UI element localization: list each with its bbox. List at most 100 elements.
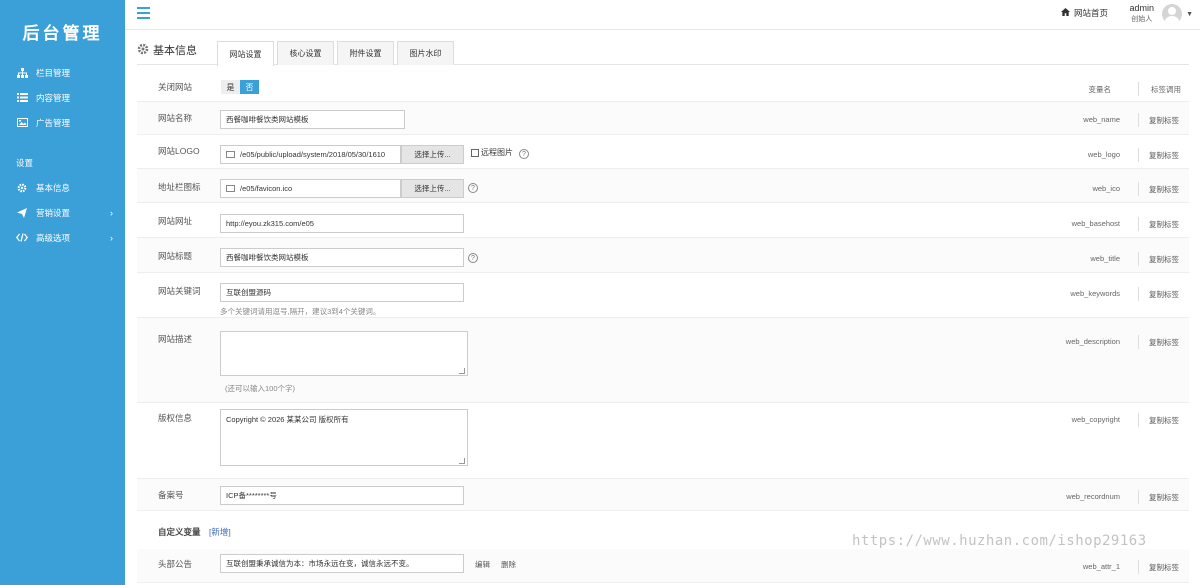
home-icon <box>1060 8 1070 18</box>
divider <box>1138 82 1139 96</box>
caret-down-icon[interactable]: ▼ <box>1186 11 1193 18</box>
copy-tag-button[interactable]: 复制标签 <box>1149 415 1179 426</box>
var-name: web_recordnum <box>1066 492 1120 501</box>
watermark-text: https://www.huzhan.com/ishop29163 <box>852 533 1147 549</box>
sidebar-item-label: 基本信息 <box>36 182 71 193</box>
sidebar-item-columns[interactable]: 栏目管理 <box>0 60 125 85</box>
delete-link[interactable]: 删除 <box>501 559 516 570</box>
image-icon <box>226 185 235 192</box>
site-home-link[interactable]: 网站首页 <box>1060 7 1108 19</box>
ico-upload-button[interactable]: 选择上传... <box>401 179 464 198</box>
sidebar-item-marketing[interactable]: 营销设置 › <box>0 200 125 225</box>
copy-tag-button[interactable]: 复制标签 <box>1149 115 1179 126</box>
tab-core-settings[interactable]: 核心设置 <box>277 41 334 65</box>
field-label: 头部公告 <box>158 559 193 569</box>
row-web-ico: 地址栏图标 /e05/favicon.ico 选择上传... ? web_ico… <box>137 169 1189 203</box>
row-web-recordnum: 备案号 ICP备********号 web_recordnum 复制标签 <box>137 479 1189 511</box>
image-icon <box>226 151 235 158</box>
var-name: web_copyright <box>1071 415 1120 424</box>
field-label: 网站标题 <box>158 251 193 261</box>
divider <box>1138 217 1139 231</box>
sidebar-section-settings: 设置 <box>16 158 34 168</box>
var-name: web_title <box>1090 254 1120 263</box>
column-header-var: 变量名 <box>1088 85 1112 94</box>
divider <box>1138 560 1139 574</box>
menu-toggle-icon[interactable] <box>137 7 150 19</box>
divider <box>1138 335 1139 349</box>
sidebar-item-advanced[interactable]: 高级选项 › <box>0 225 125 250</box>
row-web-title: 网站标题 西餐咖啡餐饮类网站模板 ? web_title 复制标签 <box>137 238 1189 273</box>
list-icon <box>16 92 28 104</box>
topbar: 网站首页 admin 创始人 ▼ <box>125 0 1200 30</box>
user-role: 创始人 <box>1131 16 1153 23</box>
remote-image-checkbox[interactable]: 远程图片 <box>471 147 513 158</box>
web-keywords-input[interactable]: 互联创盟源码 <box>220 283 464 302</box>
web-ico-input[interactable]: /e05/favicon.ico <box>220 179 401 198</box>
toggle-yes[interactable]: 是 <box>221 80 240 94</box>
tab-site-settings[interactable]: 网站设置 <box>217 41 274 66</box>
help-icon[interactable]: ? <box>519 149 529 159</box>
row-web-keywords: 网站关键词 互联创盟源码 多个关键词请用逗号,隔开，建议3到4个关键词。 web… <box>137 273 1189 318</box>
copy-tag-button[interactable]: 复制标签 <box>1149 289 1179 300</box>
web-recordnum-input[interactable]: ICP备********号 <box>220 486 464 505</box>
web-logo-input[interactable]: /e05/public/upload/system/2018/05/30/161… <box>220 145 401 164</box>
resize-handle-icon[interactable] <box>459 368 465 374</box>
web-name-input[interactable]: 西餐咖啡餐饮类网站模板 <box>220 110 405 129</box>
page-title-text: 基本信息 <box>153 45 197 57</box>
web-description-textarea[interactable] <box>220 331 468 376</box>
toggle-no[interactable]: 否 <box>240 80 259 94</box>
divider <box>1138 287 1139 301</box>
checkbox-icon[interactable] <box>471 148 479 157</box>
web-ico-value: /e05/favicon.ico <box>240 184 293 193</box>
close-site-toggle[interactable]: 是 否 <box>221 80 259 94</box>
sidebar-item-ads[interactable]: 广告管理 <box>0 110 125 135</box>
custom-variables-label: 自定义变量 <box>158 527 201 537</box>
remote-image-label: 远程图片 <box>481 148 513 157</box>
sidebar-item-label: 内容管理 <box>36 92 71 103</box>
copy-tag-button[interactable]: 复制标签 <box>1149 184 1179 195</box>
site-home-label: 网站首页 <box>1073 8 1108 18</box>
web-copyright-textarea[interactable]: Copyright © 2026 某某公司 版权所有 <box>220 409 468 466</box>
field-label: 网站网址 <box>158 216 193 226</box>
add-custom-variable-link[interactable]: [新增] <box>209 526 231 538</box>
tab-image-watermark[interactable]: 图片水印 <box>397 41 454 65</box>
keywords-hint: 多个关键词请用逗号,隔开，建议3到4个关键词。 <box>220 307 381 316</box>
help-icon[interactable]: ? <box>468 183 478 193</box>
resize-handle-icon[interactable] <box>459 458 465 464</box>
copy-tag-button[interactable]: 复制标签 <box>1149 337 1179 348</box>
logo-upload-button[interactable]: 选择上传... <box>401 145 464 164</box>
sidebar-item-label: 营销设置 <box>36 207 71 218</box>
copy-tag-button[interactable]: 复制标签 <box>1149 254 1179 265</box>
user-info[interactable]: admin 创始人 <box>1129 3 1154 24</box>
chevron-right-icon: › <box>110 233 113 243</box>
row-web-attr-1: 头部公告 互联创盟秉承诚信为本：市场永远在变，诚信永远不变。 编辑 删除 web… <box>137 549 1189 583</box>
copy-tag-button[interactable]: 复制标签 <box>1149 562 1179 573</box>
divider <box>1138 182 1139 196</box>
tab-attachment-settings[interactable]: 附件设置 <box>337 41 394 65</box>
row-web-basehost: 网站网址 http://eyou.zk315.com/e05 web_baseh… <box>137 203 1189 238</box>
copy-tag-button[interactable]: 复制标签 <box>1149 492 1179 503</box>
sidebar-item-content[interactable]: 内容管理 <box>0 85 125 110</box>
sidebar-item-label: 高级选项 <box>36 232 71 243</box>
web-basehost-input[interactable]: http://eyou.zk315.com/e05 <box>220 214 464 233</box>
row-web-description: 网站描述 (还可以输入100个字) web_description 复制标签 <box>137 318 1189 403</box>
field-label: 关闭网站 <box>158 82 193 92</box>
main-content: 基本信息 网站设置 核心设置 附件设置 图片水印 关闭网站 是 否 变量名 标签… <box>137 31 1189 583</box>
row-web-logo: 网站LOGO /e05/public/upload/system/2018/05… <box>137 135 1189 169</box>
copy-tag-button[interactable]: 复制标签 <box>1149 219 1179 230</box>
sidebar-item-basic-info[interactable]: 基本信息 <box>0 175 125 200</box>
help-icon[interactable]: ? <box>468 253 478 263</box>
web-title-input[interactable]: 西餐咖啡餐饮类网站模板 <box>220 248 464 267</box>
field-label: 网站描述 <box>158 334 193 344</box>
divider <box>1138 252 1139 266</box>
var-name: web_logo <box>1087 150 1120 159</box>
copy-tag-button[interactable]: 复制标签 <box>1149 150 1179 161</box>
edit-link[interactable]: 编辑 <box>475 559 490 570</box>
var-name: web_keywords <box>1070 289 1120 298</box>
avatar[interactable] <box>1162 4 1182 24</box>
var-name: web_attr_1 <box>1082 562 1120 571</box>
field-label: 地址栏图标 <box>158 182 201 192</box>
field-label: 网站名称 <box>158 113 193 123</box>
chevron-right-icon: › <box>110 208 113 218</box>
web-attr-1-input[interactable]: 互联创盟秉承诚信为本：市场永远在变，诚信永远不变。 <box>220 554 464 573</box>
